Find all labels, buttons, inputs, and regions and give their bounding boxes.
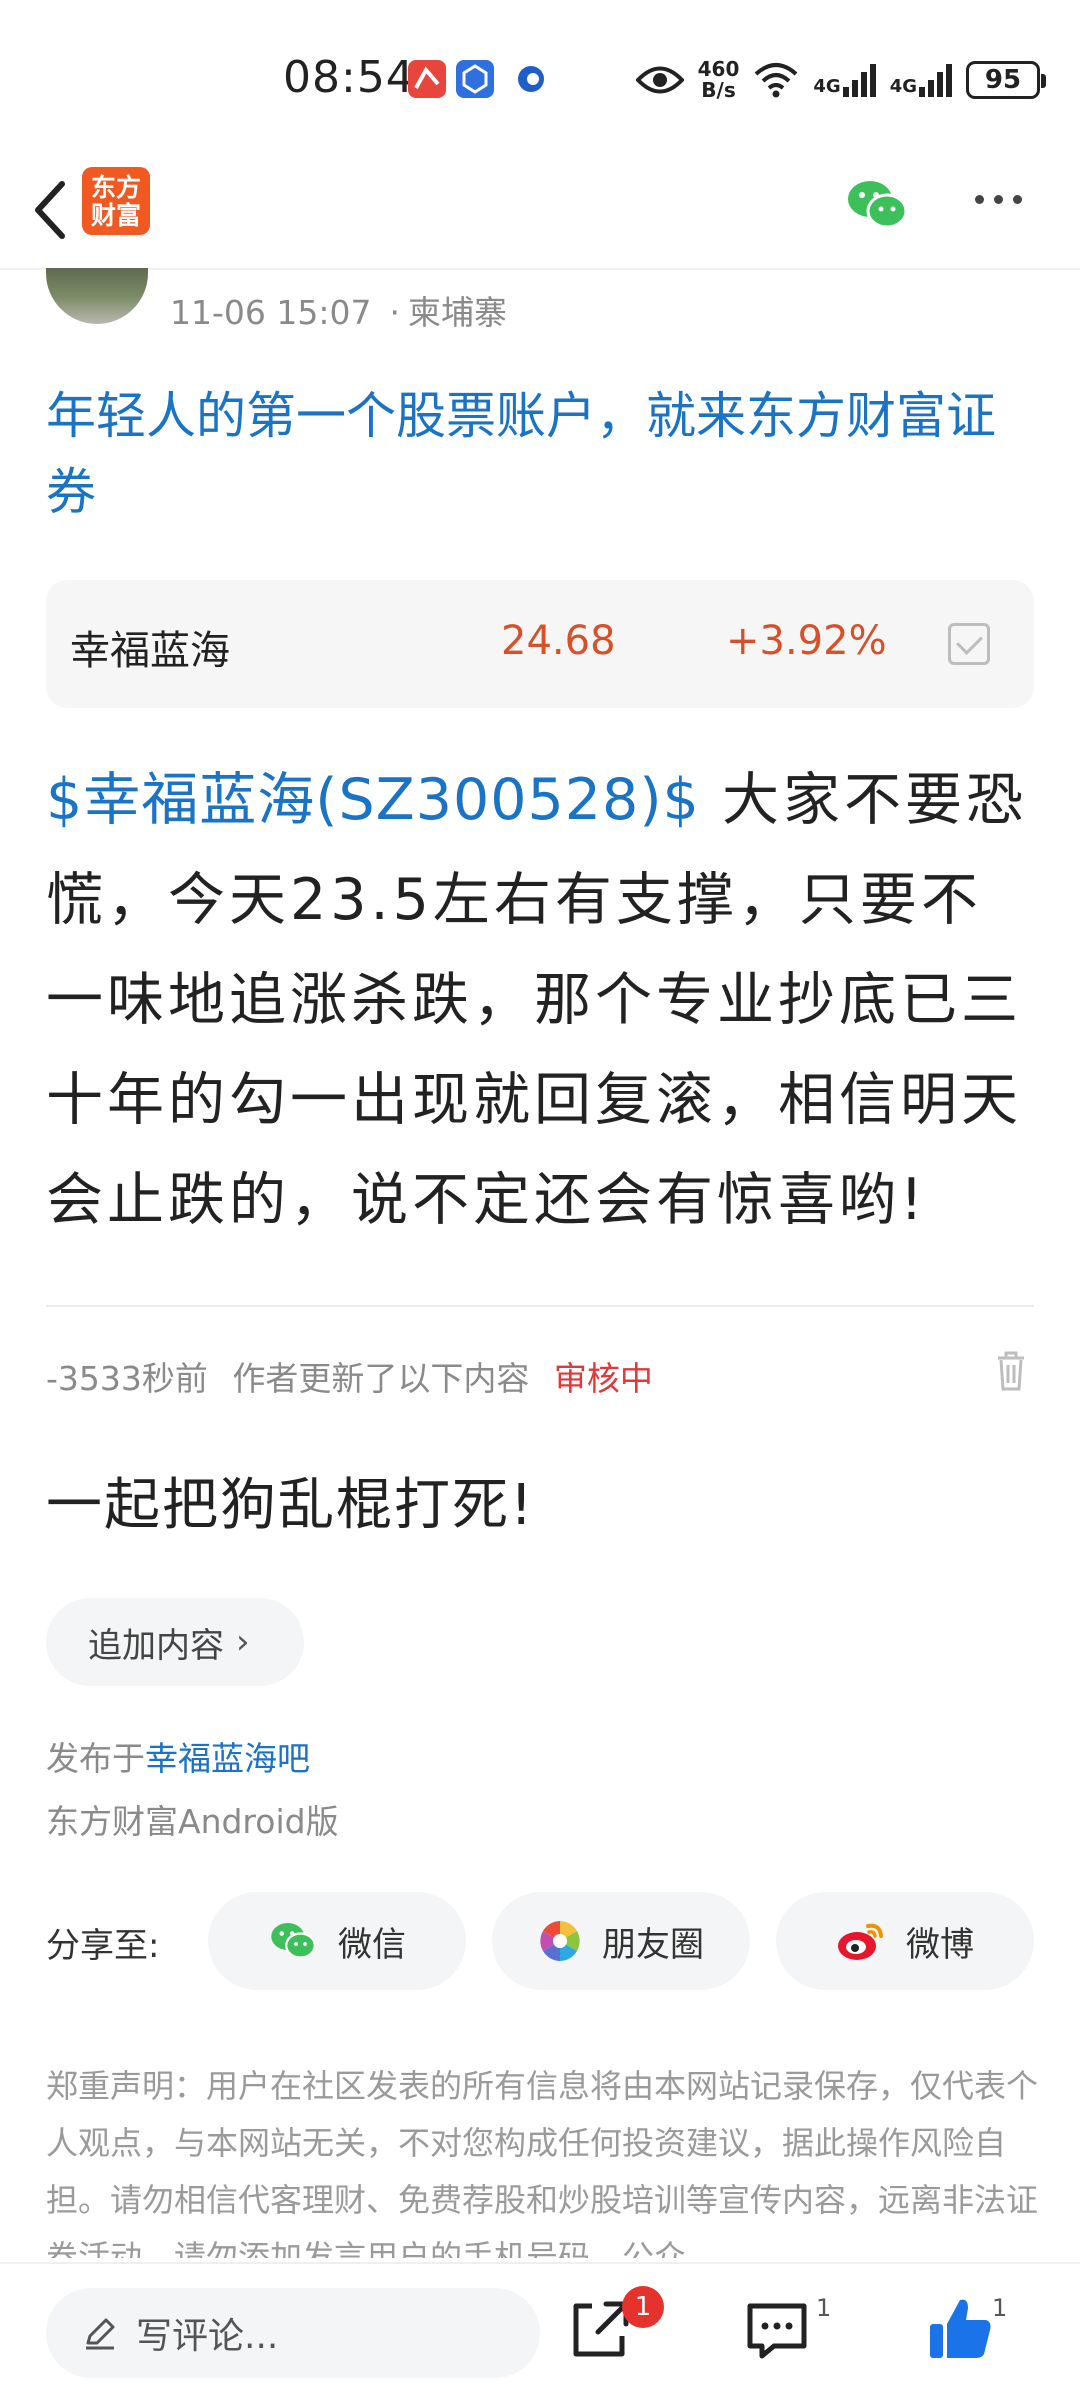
stock-price: 24.68 bbox=[501, 618, 616, 664]
signal-indicator-2: 4G bbox=[890, 63, 952, 97]
update-note: 作者更新了以下内容 bbox=[232, 1359, 530, 1398]
eastmoney-logo[interactable]: 东方 财富 bbox=[82, 167, 150, 235]
update-time: -3533秒前 bbox=[46, 1359, 208, 1398]
status-time: 08:54 bbox=[283, 52, 415, 103]
wifi-icon bbox=[755, 63, 798, 98]
app-notification-icon bbox=[512, 60, 550, 98]
share-weibo-button[interactable]: 微博 bbox=[776, 1892, 1034, 1990]
stock-name: 幸福蓝海 bbox=[70, 628, 230, 674]
comment-icon[interactable] bbox=[740, 2292, 814, 2366]
network-speed: 460 B/s bbox=[697, 57, 740, 102]
divider bbox=[46, 1305, 1034, 1307]
wechat-icon bbox=[271, 1923, 316, 1959]
status-bar: 08:54 460 B/s 4G 4G 95 bbox=[0, 0, 1080, 150]
app-notification-icon bbox=[408, 60, 446, 98]
pencil-icon bbox=[86, 2318, 115, 2350]
update-content: 一起把狗乱棍打死! bbox=[46, 1473, 535, 1538]
platform-label: 东方财富Android版 bbox=[46, 1802, 339, 1841]
update-info: -3533秒前 作者更新了以下内容 审核中 bbox=[46, 1351, 1034, 1402]
eye-icon bbox=[635, 66, 684, 94]
post-title[interactable]: 年轻人的第一个股票账户，就来东方财富证券 bbox=[46, 378, 1036, 530]
forum-link[interactable]: 幸福蓝海吧 bbox=[145, 1739, 310, 1778]
post-body: $幸福蓝海(SZ300528)$ 大家不要恐慌，今天23.5左右有支撑，只要不一… bbox=[46, 750, 1036, 1250]
chevron-left-icon bbox=[35, 181, 65, 239]
bottom-action-bar: 写评论... 1 1 1 bbox=[0, 2262, 1080, 2400]
add-to-watchlist-icon[interactable] bbox=[948, 623, 990, 665]
status-indicators: 460 B/s 4G 4G 95 bbox=[635, 50, 1046, 110]
share-count-badge: 1 bbox=[622, 2286, 664, 2328]
battery-icon: 95 bbox=[966, 61, 1046, 99]
like-icon[interactable] bbox=[924, 2292, 998, 2366]
share-moments-button[interactable]: 朋友圈 bbox=[492, 1892, 750, 1990]
chevron-right-icon: › bbox=[236, 1622, 250, 1662]
share-wechat-button[interactable]: 微信 bbox=[208, 1892, 466, 1990]
review-status-badge: 审核中 bbox=[553, 1359, 653, 1398]
add-content-button[interactable]: 追加内容 › bbox=[46, 1598, 304, 1686]
comment-input[interactable]: 写评论... bbox=[46, 2288, 540, 2378]
back-button[interactable] bbox=[20, 170, 80, 250]
weibo-icon bbox=[838, 1923, 883, 1960]
stock-quote-card[interactable]: 幸福蓝海 24.68 +3.92% bbox=[46, 580, 1034, 708]
comment-count: 1 bbox=[816, 2294, 832, 2322]
published-in: 发布于幸福蓝海吧 bbox=[46, 1739, 310, 1778]
like-count: 1 bbox=[992, 2294, 1008, 2322]
stock-link[interactable]: $幸福蓝海(SZ300528)$ bbox=[46, 767, 700, 833]
disclaimer-text: 郑重声明：用户在社区发表的所有信息将由本网站记录保存，仅代表个人观点，与本网站无… bbox=[46, 2067, 1038, 2258]
share-label: 分享至: bbox=[46, 1926, 160, 1966]
wechat-share-icon[interactable] bbox=[845, 177, 909, 233]
moments-icon bbox=[540, 1921, 580, 1961]
signal-indicator-1: 4G bbox=[813, 63, 876, 97]
author-avatar[interactable] bbox=[46, 268, 148, 324]
post-meta: 11-06 15:07 · 柬埔寨 bbox=[170, 293, 507, 332]
stock-change: +3.92% bbox=[726, 618, 887, 664]
app-notification-icon bbox=[456, 60, 494, 98]
delete-icon[interactable] bbox=[994, 1348, 1028, 1392]
post-location: 柬埔寨 bbox=[407, 293, 507, 332]
post-body-text: 大家不要恐慌，今天23.5左右有支撑，只要不一味地追涨杀跌，那个专业抄底已三十年… bbox=[46, 767, 1027, 1233]
post-timestamp: 11-06 15:07 bbox=[170, 293, 372, 332]
top-nav-bar: 东方 财富 bbox=[0, 150, 1080, 270]
more-options-button[interactable] bbox=[975, 195, 1022, 204]
